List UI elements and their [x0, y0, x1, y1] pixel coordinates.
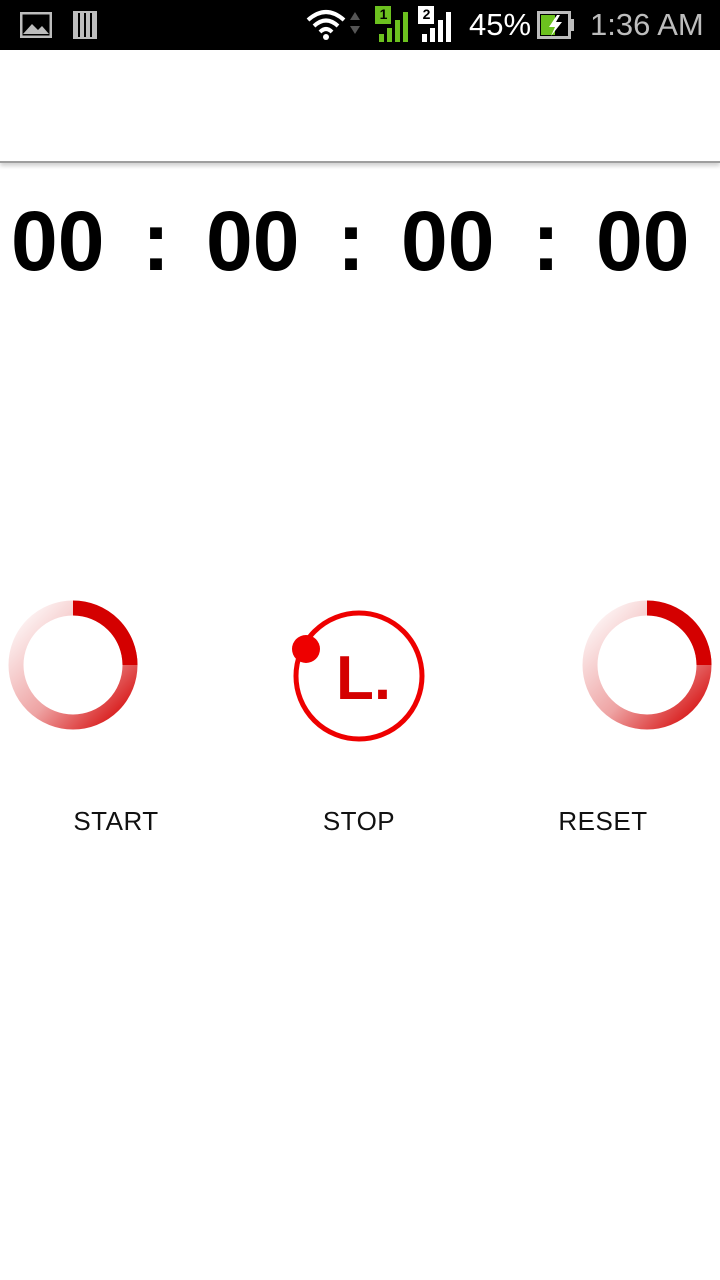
reset-button[interactable]	[581, 599, 713, 731]
reset-ring-arc	[646, 600, 712, 666]
stop-label[interactable]: STOP	[279, 803, 439, 839]
reset-label[interactable]: RESET	[523, 803, 683, 839]
sim2-label: 2	[422, 6, 431, 22]
timer-separator: :	[337, 194, 365, 288]
timer-minutes: 00	[206, 194, 300, 288]
stop-button[interactable]: L.	[289, 609, 429, 749]
stop-glyph: L.	[336, 644, 391, 713]
battery-charging-icon	[537, 11, 574, 39]
wifi-icon	[306, 10, 360, 40]
battery-percentage: 45%	[469, 7, 532, 42]
action-bar	[0, 50, 720, 163]
status-bar: 1 2 45% 1:36 AM	[0, 0, 720, 50]
timer-separator: :	[142, 194, 170, 288]
timer-separator: :	[532, 194, 560, 288]
stop-dot-icon	[292, 635, 320, 663]
start-label[interactable]: START	[36, 803, 196, 839]
start-ring-arc	[72, 600, 138, 666]
status-clock: 1:36 AM	[590, 7, 704, 42]
timer-centiseconds: 00	[596, 194, 690, 288]
gallery-icon	[20, 12, 52, 38]
start-button[interactable]	[7, 599, 139, 731]
timer-hours: 00	[11, 194, 105, 288]
timer-seconds: 00	[401, 194, 495, 288]
sim1-label: 1	[379, 6, 388, 22]
storage-icon	[73, 11, 97, 39]
